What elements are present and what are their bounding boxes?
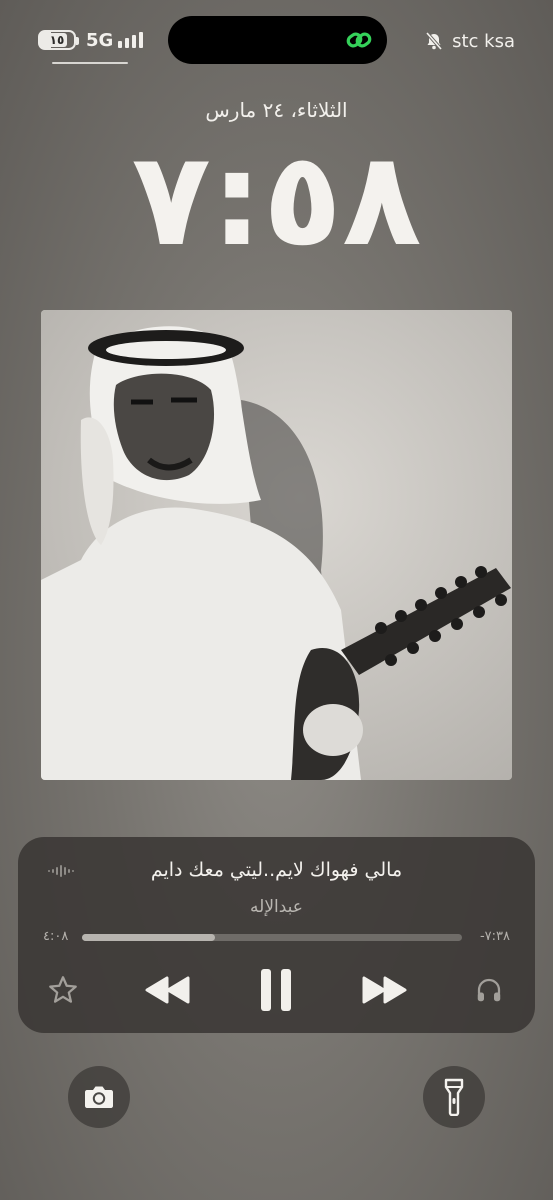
battery-level: ١٥ bbox=[46, 33, 68, 47]
audio-waveform-icon bbox=[48, 865, 74, 877]
artwork-image bbox=[41, 310, 512, 780]
star-icon[interactable] bbox=[46, 973, 80, 1007]
elapsed-time: ٤:٠٨ bbox=[43, 929, 69, 944]
camera-button[interactable] bbox=[68, 1066, 130, 1128]
bell-slash-icon bbox=[425, 31, 443, 51]
now-playing-widget: مالي فهواك لايم..ليتي معك دايم عبدالإله … bbox=[18, 837, 535, 1033]
album-artwork[interactable] bbox=[41, 310, 512, 780]
network-type: 5G bbox=[86, 30, 114, 51]
playback-scrubber[interactable] bbox=[82, 934, 462, 941]
forward-icon[interactable] bbox=[360, 975, 408, 1005]
remaining-time: -٧:٣٨ bbox=[479, 929, 510, 944]
playback-progress-fill bbox=[82, 934, 215, 941]
song-title[interactable]: مالي فهواك لايم..ليتي معك دايم bbox=[78, 859, 475, 881]
lock-screen-time: ٧:٥٨ bbox=[131, 123, 422, 275]
linked-rings-icon bbox=[346, 32, 372, 48]
headphones-icon[interactable] bbox=[474, 975, 504, 1005]
lock-screen-date: الثلاثاء، ٢٤ مارس bbox=[205, 98, 348, 122]
backward-icon[interactable] bbox=[144, 975, 192, 1005]
flashlight-button[interactable] bbox=[423, 1066, 485, 1128]
pause-icon[interactable] bbox=[258, 967, 294, 1013]
carrier-name: stc ksa bbox=[452, 30, 515, 52]
cellular-signal-icon bbox=[118, 32, 148, 48]
camera-icon bbox=[85, 1086, 113, 1108]
battery-underline bbox=[52, 62, 128, 64]
flashlight-icon bbox=[444, 1078, 464, 1116]
battery-indicator: ١٥ bbox=[38, 30, 79, 50]
status-bar: ١٥ 5G stc ksa bbox=[0, 0, 553, 70]
artist-name: عبدالإله bbox=[250, 897, 303, 917]
dynamic-island[interactable] bbox=[168, 16, 387, 64]
